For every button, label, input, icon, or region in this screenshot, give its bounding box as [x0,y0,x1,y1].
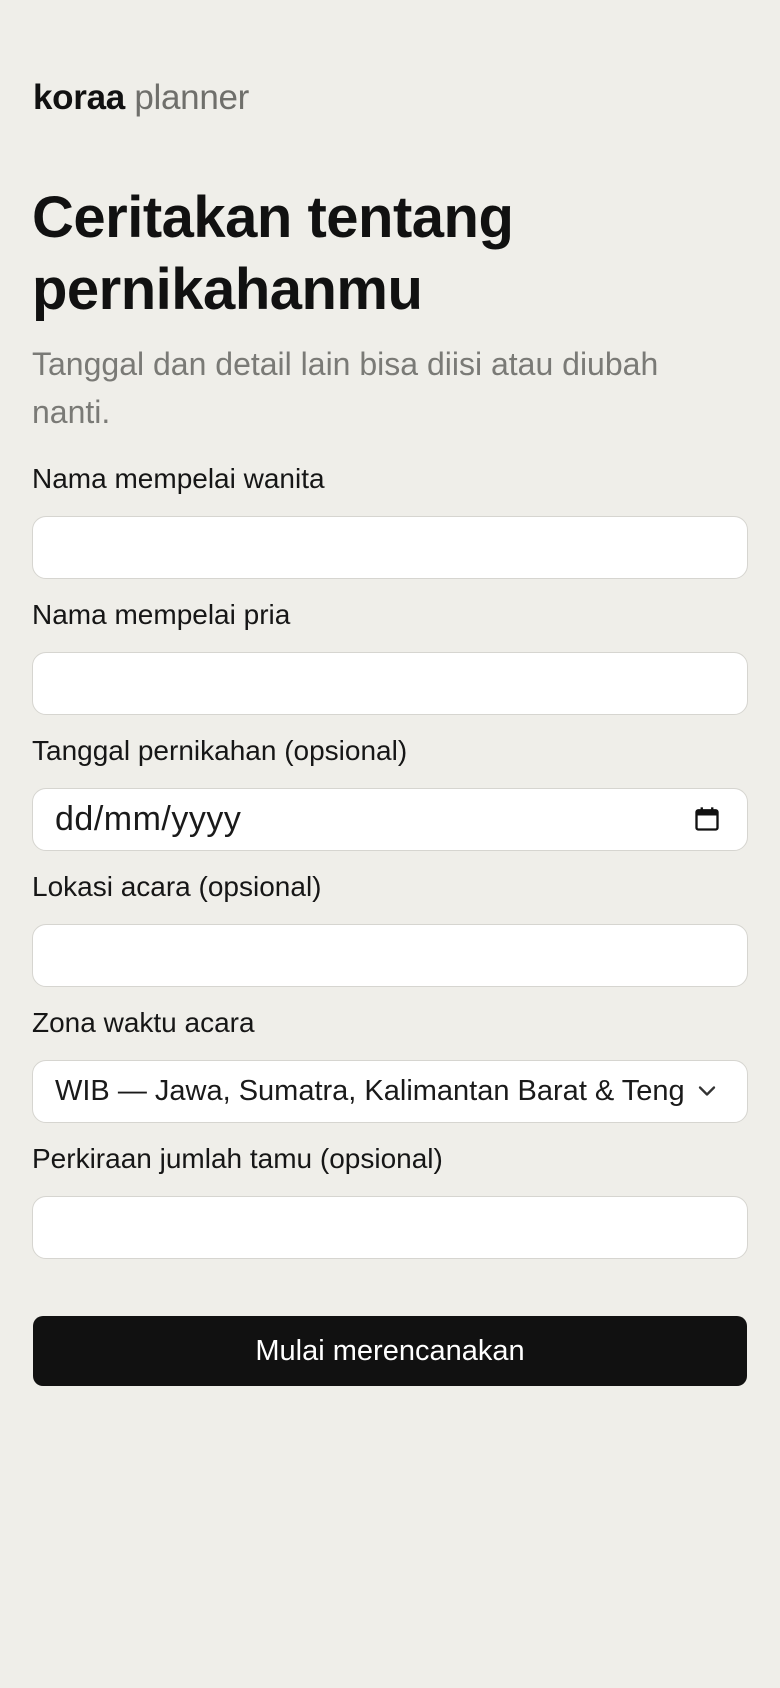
wedding-date-input[interactable]: dd/mm/yyyy [32,788,748,851]
timezone-selected-value: WIB — Jawa, Sumatra, Kalimantan Barat & … [55,1075,685,1107]
guest-count-label: Perkiraan jumlah tamu (opsional) [32,1143,443,1174]
location-label: Lokasi acara (opsional) [32,871,322,902]
brand-name-bold: koraa [33,78,125,117]
wedding-date-placeholder: dd/mm/yyyy [55,800,242,838]
timezone-field: Zona waktu acara WIB — Jawa, Sumatra, Ka… [32,1006,748,1123]
groom-name-input[interactable] [32,652,748,715]
wedding-date-field: Tanggal pernikahan (opsional) dd/mm/yyyy [32,734,748,851]
groom-name-label: Nama mempelai pria [32,599,291,630]
bride-name-field: Nama mempelai wanita [32,462,748,579]
bride-name-label: Nama mempelai wanita [32,463,325,494]
onboarding-page: koraa planner Ceritakan tentang pernikah… [0,0,780,1688]
location-field: Lokasi acara (opsional) [32,870,748,987]
timezone-select[interactable]: WIB — Jawa, Sumatra, Kalimantan Barat & … [32,1060,748,1123]
bride-name-input[interactable] [32,516,748,579]
wedding-date-label: Tanggal pernikahan (opsional) [32,735,408,766]
page-subtitle: Tanggal dan detail lain bisa diisi atau … [32,346,659,430]
brand-logo: koraa planner [33,76,249,120]
location-input[interactable] [32,924,748,987]
brand-name-light: planner [134,78,250,117]
calendar-icon[interactable] [693,805,721,833]
page-title: Ceritakan tentang pernikahanmu [32,185,514,322]
guest-count-field: Perkiraan jumlah tamu (opsional) [32,1142,748,1259]
groom-name-field: Nama mempelai pria [32,598,748,715]
start-planning-button[interactable]: Mulai merencanakan [33,1316,747,1386]
guest-count-input[interactable] [32,1196,748,1259]
timezone-label: Zona waktu acara [32,1007,255,1038]
chevron-down-icon [693,1077,721,1105]
